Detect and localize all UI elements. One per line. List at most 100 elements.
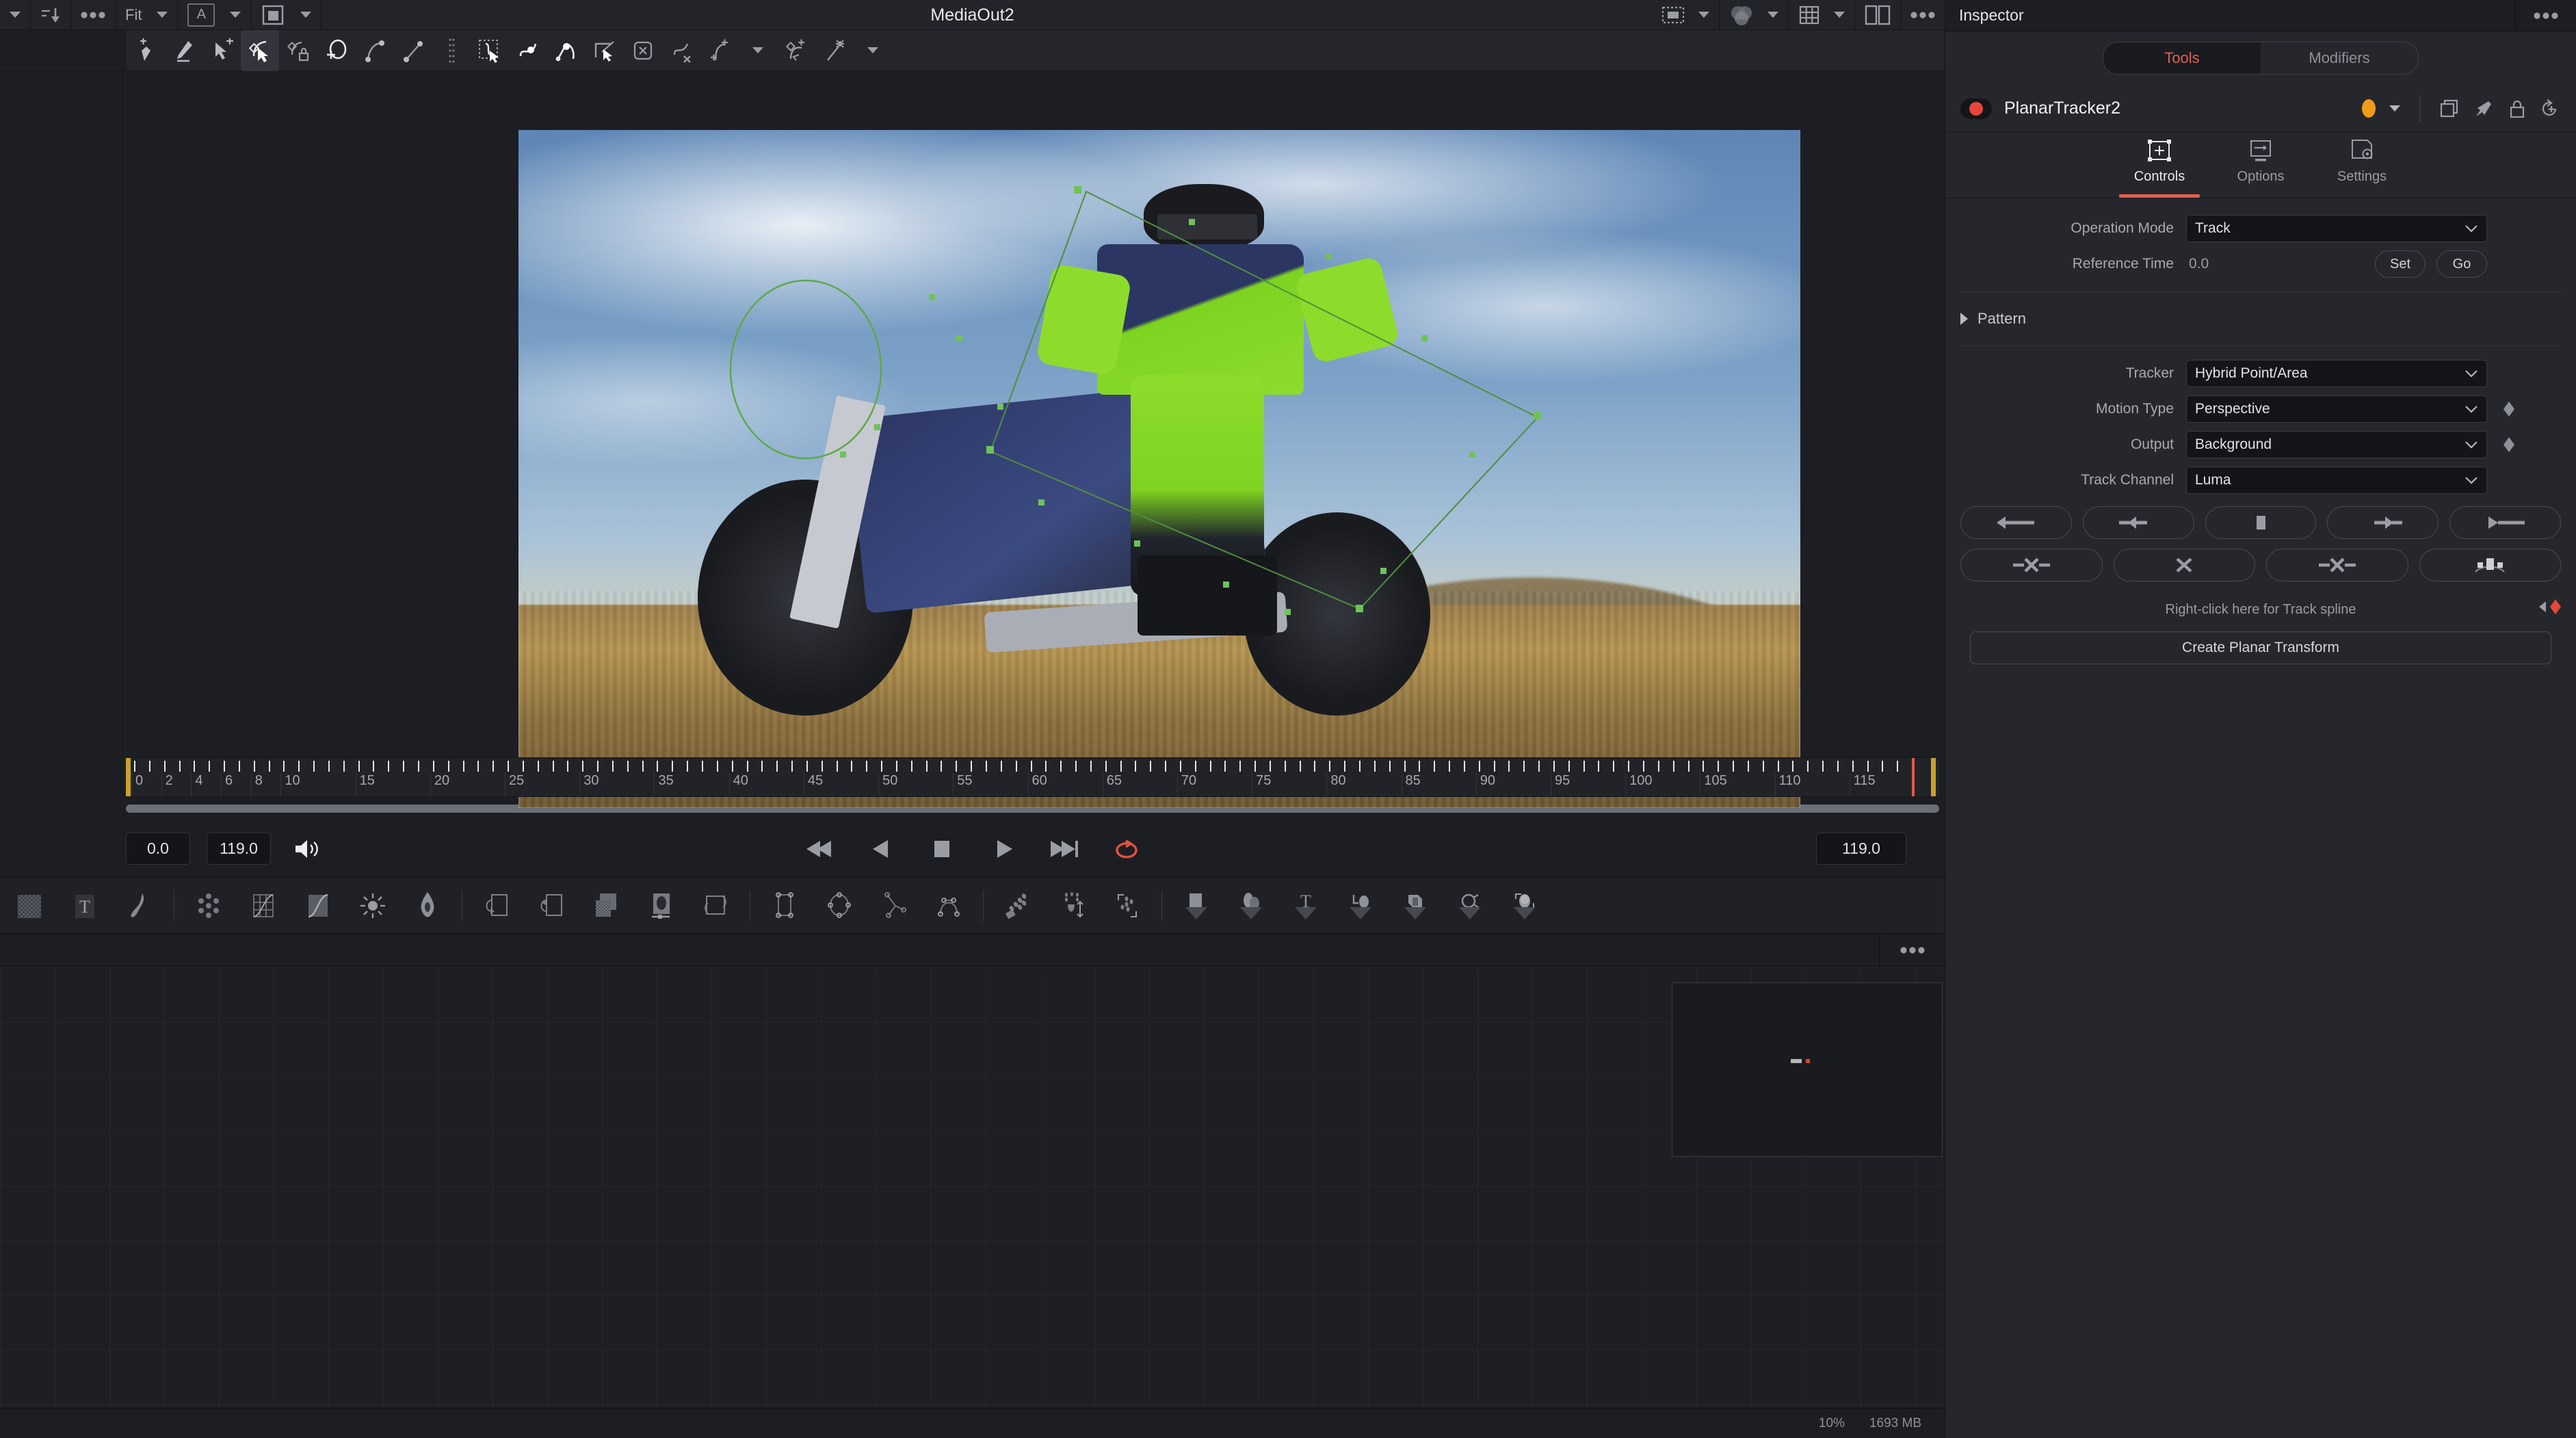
motion-type-select[interactable]: Perspective	[2186, 395, 2487, 423]
clear-all-button[interactable]	[2113, 549, 2255, 581]
node-graph-menu-button[interactable]	[1879, 933, 1945, 967]
modify-point-tool-icon[interactable]	[241, 29, 279, 71]
tab-tools[interactable]: Tools	[2103, 42, 2261, 74]
brightness-contrast-icon[interactable]	[345, 878, 400, 934]
operation-mode-select[interactable]: Track	[2186, 215, 2487, 242]
timeline-ruler[interactable]: 0 2 4 6 8 10 15 20 25 30 35 40 45 50 55 60 65 70 75 80 85 90 9…	[126, 757, 1939, 797]
bspline-mask-icon[interactable]	[921, 878, 976, 934]
light-3d-icon[interactable]	[1497, 878, 1552, 934]
copy-icon[interactable]	[2439, 99, 2460, 119]
smooth-curve-tool-icon[interactable]	[356, 30, 394, 71]
reference-time-value[interactable]: 0.0	[2186, 256, 2209, 272]
add-polygon-tool-icon[interactable]	[126, 30, 164, 71]
color-curves-icon[interactable]	[236, 878, 291, 934]
particle-forces-icon[interactable]	[1045, 878, 1100, 934]
viewer-display-select[interactable]	[251, 0, 322, 29]
loop-button[interactable]	[1111, 835, 1142, 863]
track-reverse-to-start-button[interactable]	[1960, 506, 2072, 539]
image-plane-3d-icon[interactable]	[1169, 878, 1224, 934]
gamma-curve-icon[interactable]	[291, 878, 345, 934]
remove-point-icon[interactable]	[662, 30, 700, 71]
cusp-points-icon[interactable]	[547, 30, 586, 71]
track-stop-button[interactable]	[2205, 506, 2317, 539]
linear-curve-tool-icon[interactable]	[394, 30, 432, 71]
set-reference-time-button[interactable]: Set	[2375, 250, 2426, 278]
range-start-marker[interactable]	[126, 758, 131, 796]
node-graph[interactable]: Bike_MI PlanarTrac...	[0, 967, 1945, 1438]
output-keyframe-icon[interactable]	[2503, 437, 2514, 452]
delete-points-icon[interactable]	[624, 30, 662, 71]
viewer-roi-select[interactable]	[1652, 0, 1720, 29]
track-reverse-one-frame-button[interactable]	[2082, 506, 2194, 539]
lock-point-tool-icon[interactable]	[279, 30, 317, 71]
clear-backward-button[interactable]	[1960, 549, 2103, 581]
polygon-mask-icon[interactable]	[867, 878, 921, 934]
rectangle-mask-icon[interactable]	[757, 878, 812, 934]
go-to-reference-time-button[interactable]: Go	[2436, 250, 2487, 278]
play-button[interactable]	[988, 835, 1019, 863]
range-end-marker[interactable]	[1931, 758, 1936, 796]
clear-forward-button[interactable]	[2266, 549, 2408, 581]
first-frame-button[interactable]	[803, 835, 834, 863]
viewer-more-button[interactable]	[1901, 0, 1945, 29]
ellipse-mask-icon[interactable]	[812, 878, 867, 934]
tab-controls[interactable]: Controls	[2119, 138, 2200, 198]
viewer-options-dots[interactable]	[71, 0, 116, 29]
background-tool-icon[interactable]	[3, 878, 57, 934]
shape-3d-icon[interactable]	[1224, 878, 1278, 934]
viewer-grid-select[interactable]	[1789, 0, 1855, 29]
insert-point-tool-icon[interactable]	[202, 30, 241, 71]
sparkle-options-chevron[interactable]	[854, 30, 892, 71]
dissolve-tool-icon[interactable]	[579, 878, 633, 934]
tab-settings[interactable]: Settings	[2322, 138, 2402, 198]
particle-render-icon[interactable]	[1100, 878, 1155, 934]
pin-icon[interactable]	[2473, 99, 2494, 119]
tab-options[interactable]: Options	[2220, 138, 2301, 198]
motion-type-keyframe-icon[interactable]	[2503, 402, 2514, 417]
text-tool-icon[interactable]: T	[57, 878, 112, 934]
track-channel-select[interactable]: Luma	[2186, 467, 2487, 494]
viewer-image[interactable]	[518, 130, 1800, 808]
viewer-zoom-select[interactable]: Fit	[116, 0, 179, 29]
close-shape-tool-icon[interactable]	[317, 30, 356, 71]
lock-icon[interactable]	[2508, 99, 2527, 119]
drag-handle-icon[interactable]	[432, 30, 471, 71]
sparkle-tool-icon[interactable]	[815, 30, 854, 71]
chevron-left-icon[interactable]	[2539, 601, 2546, 612]
keyframe-options-chevron[interactable]	[739, 30, 777, 71]
tracker-select[interactable]: Hybrid Point/Area	[2186, 360, 2487, 387]
matte-control-icon[interactable]	[633, 878, 688, 934]
viewer-split-button[interactable]	[1855, 0, 1901, 29]
viewer-lut-select[interactable]	[1720, 0, 1789, 29]
smooth-points-icon[interactable]	[509, 30, 547, 71]
track-spline-keyframe-controls[interactable]	[2539, 599, 2561, 614]
track-forward-to-end-button[interactable]	[2449, 506, 2561, 539]
viewer-layout-chevron[interactable]	[0, 0, 31, 29]
set-reference-pattern-button[interactable]	[2419, 549, 2561, 581]
merge-3d-icon[interactable]	[1333, 878, 1388, 934]
rect-select-icon[interactable]	[586, 30, 624, 71]
renderer-3d-icon[interactable]	[1388, 878, 1443, 934]
sort-down-icon[interactable]	[31, 0, 71, 29]
hue-curves-icon[interactable]	[400, 878, 455, 934]
loop-media-icon[interactable]	[688, 878, 743, 934]
last-frame-button[interactable]	[1049, 835, 1081, 863]
reset-icon[interactable]	[2540, 99, 2561, 119]
tab-modifiers[interactable]: Modifiers	[2261, 42, 2418, 74]
output-select[interactable]: Background	[2186, 431, 2487, 458]
publish-point-icon[interactable]	[777, 30, 815, 71]
particle-emitter-icon[interactable]	[990, 878, 1045, 934]
node-color-swatch[interactable]	[2362, 99, 2376, 118]
select-all-points-icon[interactable]	[471, 30, 509, 71]
inspector-menu-button[interactable]	[2514, 0, 2576, 31]
paint-tool-icon[interactable]	[112, 878, 167, 934]
pattern-disclosure[interactable]: Pattern	[1960, 302, 2561, 336]
merge-tool-icon[interactable]	[469, 878, 524, 934]
color-correct-icon[interactable]	[181, 878, 236, 934]
viewer-stage[interactable]	[126, 71, 1945, 808]
current-time-field[interactable]: 119.0	[1816, 833, 1906, 865]
create-planar-transform-button[interactable]: Create Planar Transform	[1970, 631, 2551, 664]
text-3d-icon[interactable]: T	[1278, 878, 1333, 934]
viewer-channel-select[interactable]: A	[178, 0, 252, 29]
track-spline-hint-row[interactable]: Right-click here for Track spline	[1945, 591, 2576, 622]
